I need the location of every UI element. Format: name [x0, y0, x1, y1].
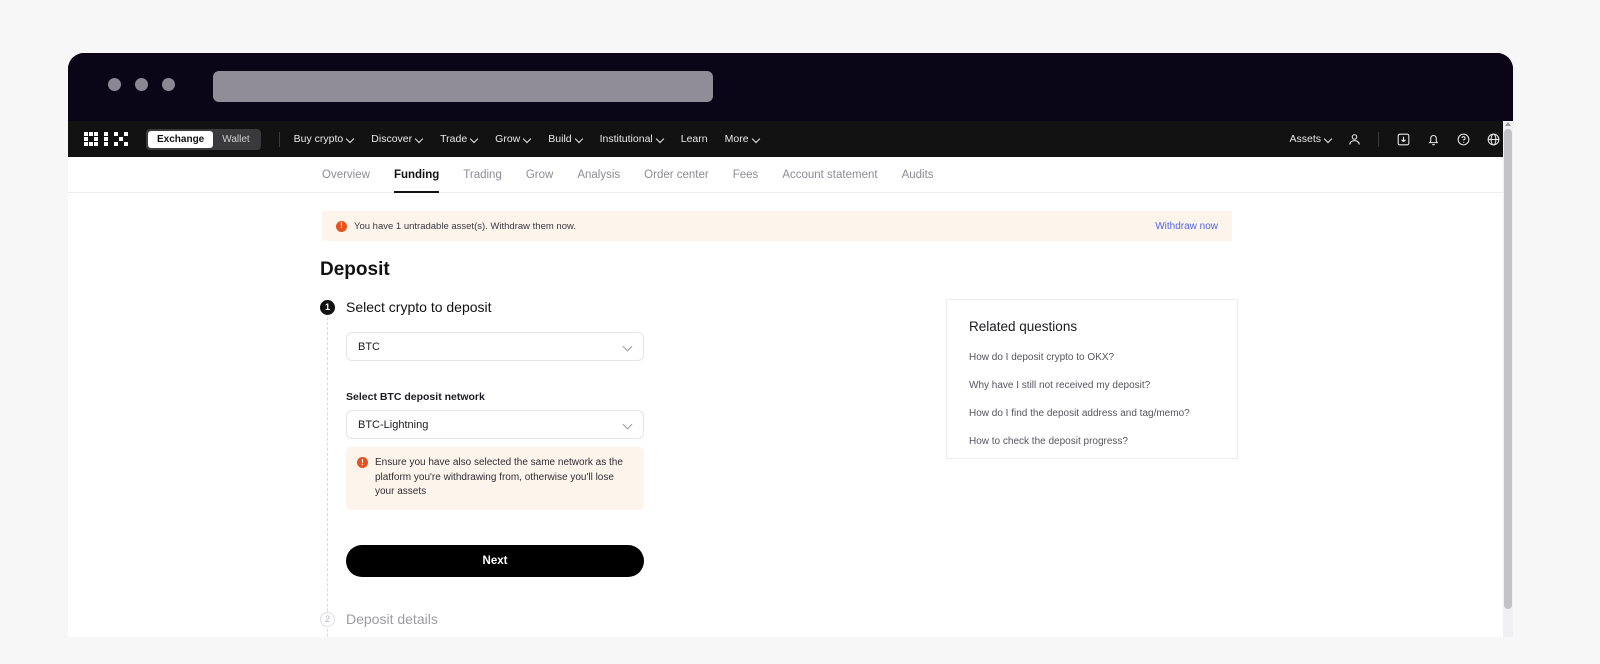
maximize-window-button[interactable] [162, 78, 175, 91]
assets-label: Assets [1289, 133, 1321, 145]
chevron-down-icon [1325, 136, 1332, 143]
alert-icon: ! [336, 220, 347, 232]
chevron-down-icon [624, 343, 632, 351]
step-2-badge: 2 [320, 611, 335, 627]
deposit-form: BTC Select BTC deposit network BTC-Light… [346, 332, 940, 577]
scrollbar-thumb[interactable] [1504, 129, 1512, 609]
download-icon[interactable] [1395, 131, 1411, 147]
related-questions-title: Related questions [969, 319, 1078, 334]
chevron-down-icon [347, 136, 354, 143]
okx-logo-icon[interactable] [84, 132, 128, 146]
step-1-badge: 1 [320, 300, 335, 315]
sub-tab-analysis[interactable]: Analysis [577, 157, 620, 193]
sub-tab-audits[interactable]: Audits [902, 157, 934, 193]
okx-app: Exchange Wallet Buy crypto Discover Trad… [68, 121, 1513, 637]
nav-item-grow[interactable]: Grow [495, 133, 531, 145]
network-warning-box: ! Ensure you have also selected the same… [346, 447, 644, 510]
user-icon[interactable] [1346, 131, 1362, 147]
nav-divider [1378, 131, 1379, 147]
minimize-window-button[interactable] [135, 78, 148, 91]
step-1-title: Select crypto to deposit [346, 299, 492, 315]
network-select-label: Select BTC deposit network [346, 391, 485, 403]
page-title: Deposit [320, 259, 390, 280]
nav-item-more[interactable]: More [725, 133, 760, 145]
related-question-link[interactable]: Why have I still not received my deposit… [969, 380, 1215, 391]
nav-item-build[interactable]: Build [548, 133, 582, 145]
nav-links: Buy crypto Discover Trade Grow Build Ins… [294, 133, 760, 145]
nav-right-actions: Assets [1289, 131, 1501, 147]
address-bar[interactable] [213, 71, 713, 102]
nav-item-label: More [724, 133, 749, 145]
help-icon[interactable] [1455, 131, 1471, 147]
page-content: ! You have 1 untradable asset(s). Withdr… [68, 193, 1513, 637]
nav-item-institutional[interactable]: Institutional [600, 133, 664, 145]
nav-item-trade[interactable]: Trade [440, 133, 478, 145]
network-warning-text: Ensure you have also selected the same n… [375, 457, 623, 497]
sub-tab-overview[interactable]: Overview [322, 157, 370, 193]
close-window-button[interactable] [108, 78, 121, 91]
banner-message: You have 1 untradable asset(s). Withdraw… [354, 220, 576, 232]
nav-item-label: Grow [495, 133, 521, 145]
nav-item-label: Learn [680, 133, 708, 145]
untradable-asset-banner: ! You have 1 untradable asset(s). Withdr… [322, 211, 1232, 241]
mode-toggle-wallet[interactable]: Wallet [213, 131, 258, 148]
sub-tab-order-center[interactable]: Order center [644, 157, 709, 193]
deposit-steps: 1 Select crypto to deposit BTC Select BT… [320, 299, 940, 627]
vertical-scrollbar[interactable] [1503, 121, 1513, 637]
scroll-up-arrow-icon[interactable] [1505, 122, 1511, 126]
window-controls [108, 78, 175, 91]
mode-toggle-exchange[interactable]: Exchange [148, 130, 214, 148]
step-1-header: 1 Select crypto to deposit [320, 299, 940, 315]
alert-icon: ! [357, 457, 368, 468]
nav-item-buy-crypto[interactable]: Buy crypto [294, 133, 355, 145]
chevron-down-icon [753, 136, 760, 143]
network-select-group: Select BTC deposit network BTC-Lightning… [346, 391, 940, 510]
sub-tab-account-statement[interactable]: Account statement [782, 157, 877, 193]
network-select-value: BTC-Lightning [358, 418, 429, 431]
top-navigation: Exchange Wallet Buy crypto Discover Trad… [68, 121, 1513, 157]
browser-titlebar [68, 53, 1513, 121]
nav-item-label: Discover [371, 133, 413, 145]
chevron-down-icon [416, 136, 423, 143]
mode-toggle: Exchange Wallet [146, 128, 261, 150]
related-questions-card: Related questions How do I deposit crypt… [946, 299, 1238, 459]
nav-item-discover[interactable]: Discover [371, 133, 423, 145]
related-question-link[interactable]: How do I deposit crypto to OKX? [969, 352, 1215, 363]
globe-icon[interactable] [1485, 131, 1501, 147]
bell-icon[interactable] [1425, 131, 1441, 147]
related-question-link[interactable]: How to check the deposit progress? [969, 436, 1215, 447]
nav-item-label: Build [548, 133, 572, 145]
nav-divider [278, 131, 280, 147]
crypto-select[interactable]: BTC [346, 332, 644, 361]
nav-item-label: Institutional [599, 133, 653, 145]
step-2-header: 2 Deposit details [320, 611, 940, 627]
nav-item-label: Buy crypto [293, 133, 344, 145]
chevron-down-icon [524, 136, 531, 143]
step-2-title: Deposit details [346, 610, 438, 627]
nav-item-learn[interactable]: Learn [681, 133, 708, 145]
sub-tab-trading[interactable]: Trading [463, 157, 502, 193]
chevron-down-icon [471, 136, 478, 143]
sub-tab-funding[interactable]: Funding [393, 157, 440, 193]
sub-navigation: Overview Funding Trading Grow Analysis O… [68, 157, 1513, 193]
chevron-down-icon [624, 421, 632, 429]
sub-tab-fees[interactable]: Fees [733, 157, 759, 193]
network-select[interactable]: BTC-Lightning [346, 410, 644, 439]
nav-item-label: Trade [440, 133, 468, 145]
withdraw-now-link[interactable]: Withdraw now [1155, 221, 1218, 232]
chevron-down-icon [657, 136, 664, 143]
next-button[interactable]: Next [346, 544, 644, 577]
related-question-link[interactable]: How do I find the deposit address and ta… [969, 408, 1215, 419]
browser-window: Exchange Wallet Buy crypto Discover Trad… [68, 53, 1513, 637]
sub-tab-grow[interactable]: Grow [526, 157, 553, 193]
chevron-down-icon [576, 136, 583, 143]
nav-item-assets[interactable]: Assets [1289, 133, 1332, 145]
crypto-select-value: BTC [358, 340, 380, 353]
